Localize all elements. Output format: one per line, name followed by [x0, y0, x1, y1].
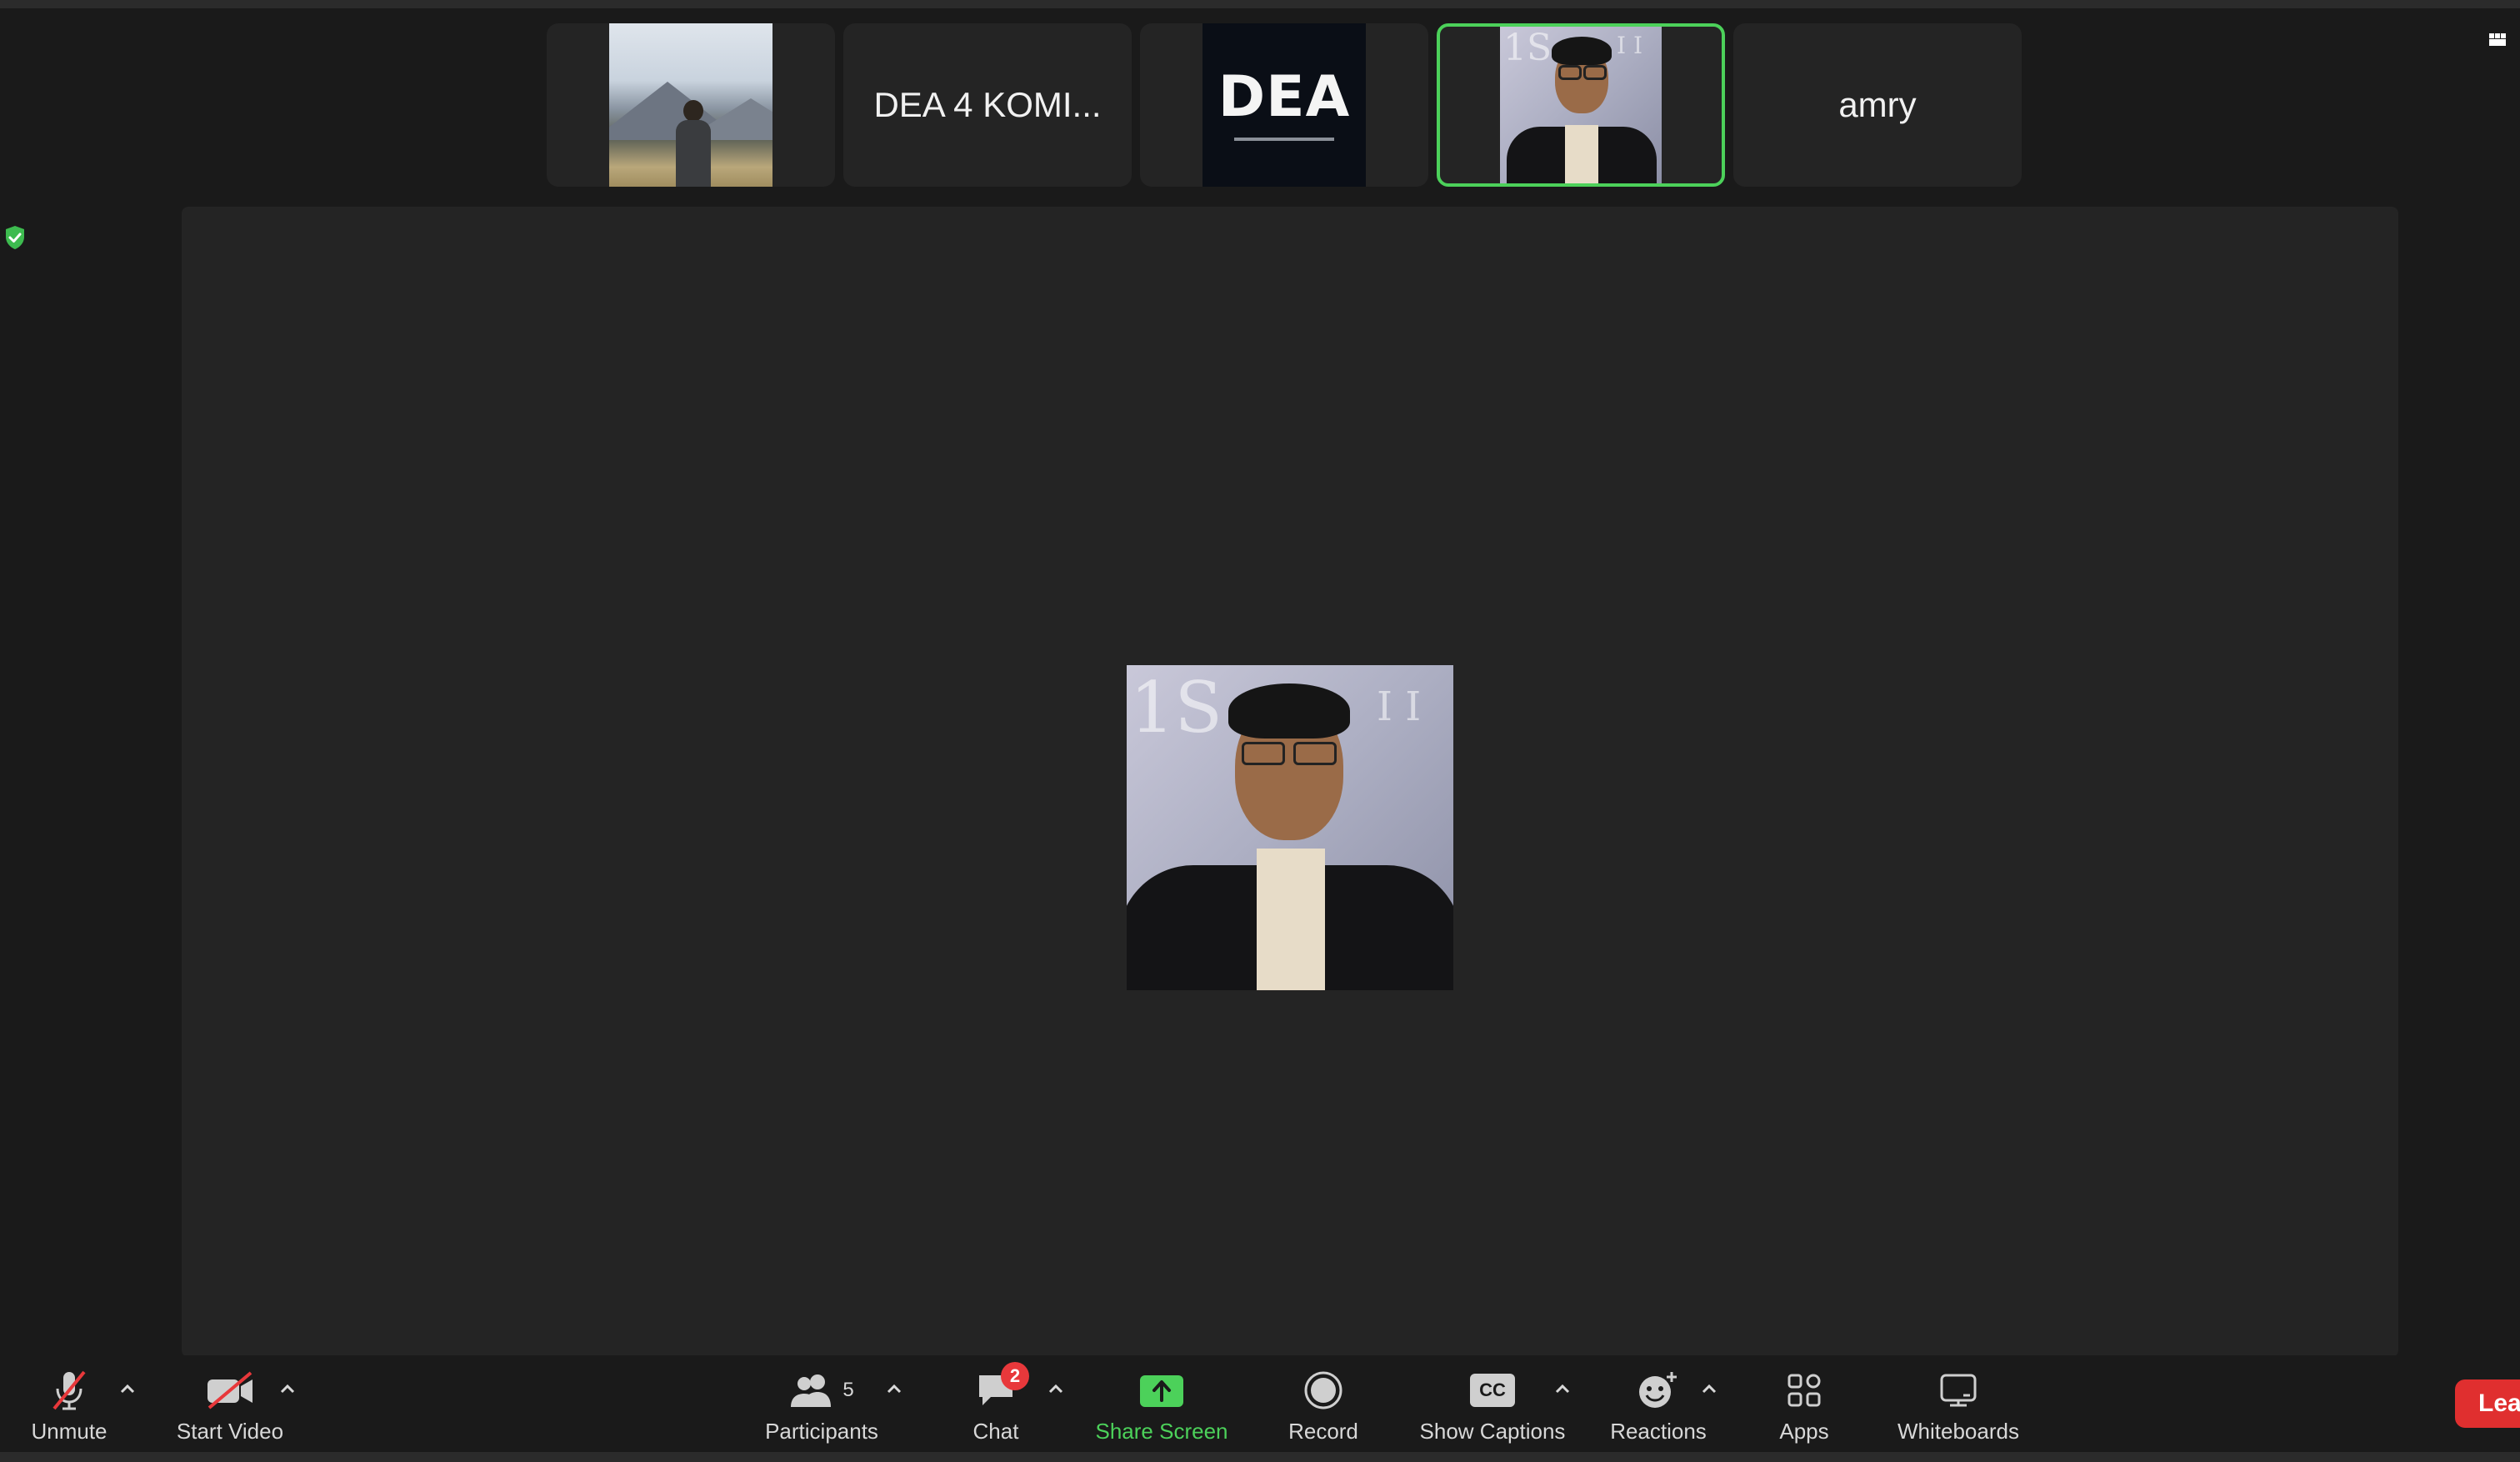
participant-name: amry: [1838, 85, 1917, 124]
participant-photo-portrait: 1S I I: [1500, 27, 1662, 183]
leave-button[interactable]: Lea: [2455, 1379, 2520, 1428]
whiteboards-label: Whiteboards: [1898, 1419, 2019, 1444]
video-options-caret[interactable]: [277, 1380, 298, 1397]
unmute-button[interactable]: Unmute: [23, 1367, 115, 1450]
show-captions-button[interactable]: CC Show Captions: [1413, 1367, 1572, 1450]
participant-tile-1[interactable]: [547, 23, 835, 187]
apps-button[interactable]: Apps: [1775, 1367, 1833, 1450]
participant-name: DEA 4 KOMI...: [873, 85, 1102, 124]
window-bottom-bar: [0, 1452, 2520, 1462]
unmute-label: Unmute: [31, 1419, 108, 1444]
participant-photo-landscape: [609, 23, 772, 187]
apps-label: Apps: [1779, 1419, 1829, 1444]
people-icon: [791, 1374, 832, 1407]
participant-tile-2[interactable]: DEA 4 KOMI...: [843, 23, 1132, 187]
dea-logo: DEA: [1202, 23, 1366, 187]
apps-icon: [1788, 1374, 1821, 1407]
reactions-label: Reactions: [1610, 1419, 1707, 1444]
reactions-options-caret[interactable]: [1698, 1380, 1720, 1397]
chat-options-caret[interactable]: [1045, 1380, 1067, 1397]
audio-options-caret[interactable]: [117, 1380, 138, 1397]
whiteboard-icon: [1940, 1374, 1977, 1407]
gallery-view-icon[interactable]: [2488, 28, 2507, 47]
share-screen-button[interactable]: Share Screen: [1092, 1367, 1232, 1450]
start-video-button[interactable]: Start Video: [163, 1367, 297, 1450]
participants-button[interactable]: 5 Participants: [757, 1367, 887, 1450]
window-top-bar: [0, 0, 2520, 8]
participants-options-caret[interactable]: [883, 1380, 905, 1397]
show-captions-label: Show Captions: [1419, 1419, 1566, 1444]
reactions-button[interactable]: Reactions: [1607, 1367, 1710, 1450]
record-icon: [1304, 1371, 1342, 1409]
shield-check-icon[interactable]: [5, 225, 25, 250]
record-button[interactable]: Record: [1283, 1367, 1363, 1450]
participant-tile-5[interactable]: amry: [1733, 23, 2022, 187]
chat-button[interactable]: 2 Chat: [967, 1362, 1029, 1450]
chat-unread-badge: 2: [1001, 1362, 1029, 1390]
cc-icon: CC: [1470, 1374, 1515, 1407]
captions-options-caret[interactable]: [1552, 1380, 1573, 1397]
video-off-icon: [208, 1371, 252, 1409]
record-label: Record: [1288, 1419, 1358, 1444]
whiteboards-button[interactable]: Whiteboards: [1892, 1367, 2025, 1450]
share-screen-label: Share Screen: [1095, 1419, 1228, 1444]
participant-tile-3[interactable]: DEA: [1140, 23, 1428, 187]
meeting-toolbar: Unmute Start Video 5 Participants 2 Chat…: [0, 1355, 2520, 1452]
chat-label: Chat: [972, 1419, 1019, 1444]
participant-strip: DEA 4 KOMI... DEA 1S I I amry: [547, 23, 2022, 188]
active-speaker-photo: 1S I I: [1127, 665, 1453, 990]
mic-muted-icon: [52, 1370, 86, 1410]
start-video-label: Start Video: [176, 1419, 284, 1444]
emoji-plus-icon: [1639, 1372, 1677, 1408]
participant-tile-active-speaker[interactable]: 1S I I: [1437, 23, 1725, 187]
participants-count: 5: [842, 1379, 854, 1401]
share-screen-icon: [1140, 1375, 1183, 1407]
participants-label: Participants: [765, 1419, 878, 1444]
